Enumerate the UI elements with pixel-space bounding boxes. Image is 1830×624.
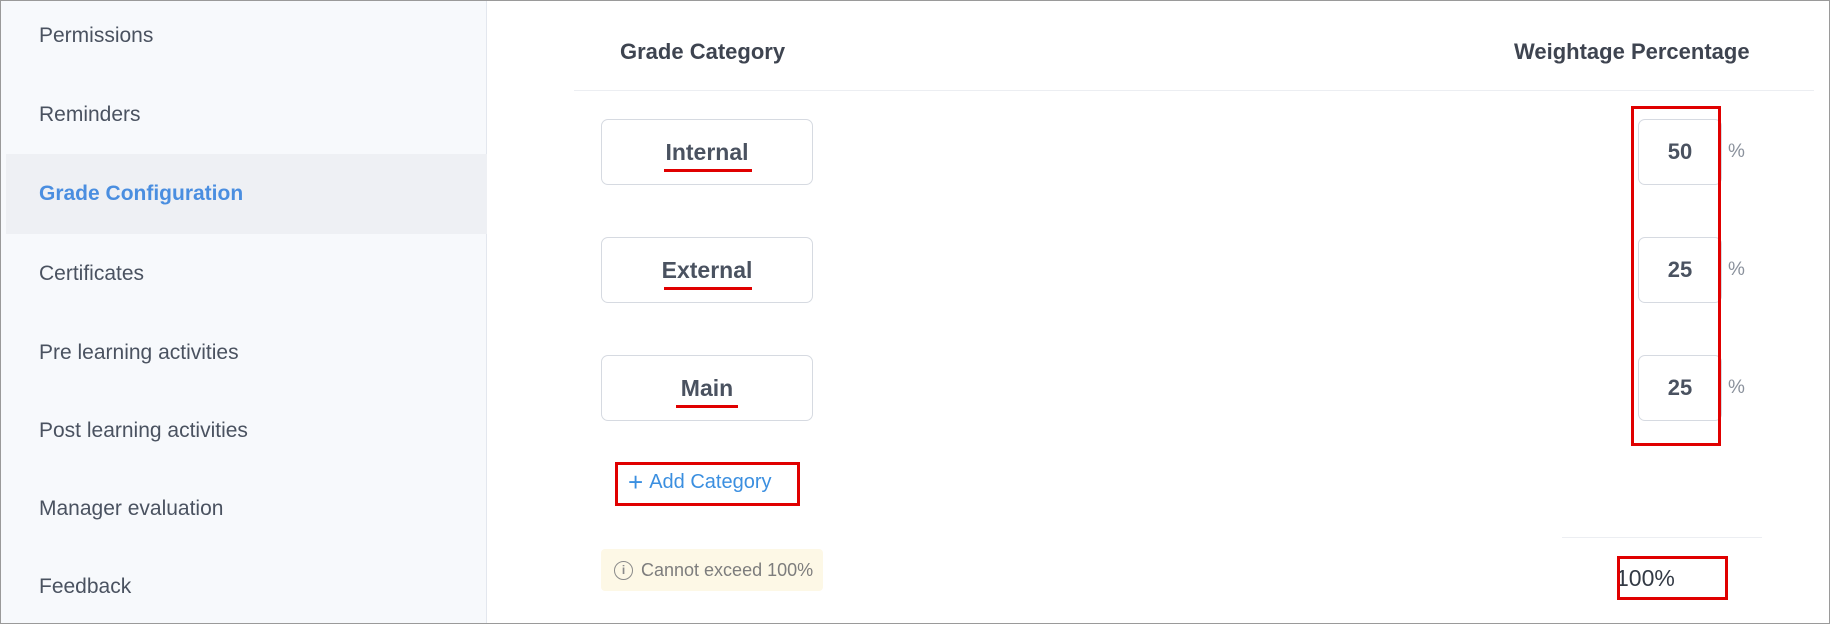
total-divider [1562,537,1762,538]
plus-icon: + [628,467,644,497]
category-name: Internal [665,138,749,165]
sidebar-item-label: Feedback [39,575,132,598]
category-field-internal[interactable]: Internal [601,119,813,185]
category-name: External [661,256,753,283]
percent-sign: % [1728,259,1745,280]
sidebar-item-label: Manager evaluation [39,497,224,520]
sidebar-item-certificates[interactable]: Certificates [6,234,487,314]
sidebar-item-label: Permissions [39,24,154,47]
percentage-value: 25 [1667,257,1693,282]
percentage-field-internal[interactable]: 50 [1638,119,1722,185]
sidebar-item-label: Reminders [39,103,141,126]
category-field-main[interactable]: Main [601,355,813,421]
note-text: Cannot exceed 100% [641,559,814,580]
header-grade-category: Grade Category [620,39,786,64]
total-percentage: 100% [1616,565,1675,591]
sidebar-item-feedback[interactable]: Feedback [6,547,487,624]
sidebar-item-label: Post learning activities [39,419,248,442]
sidebar-item-label: Pre learning activities [39,341,239,364]
sidebar-item-pre-learning-activities[interactable]: Pre learning activities [6,313,487,393]
percentage-field-main[interactable]: 25 [1638,355,1722,421]
percent-sign: % [1728,141,1745,162]
category-name: Main [680,374,734,401]
percent-sign: % [1728,377,1745,398]
sidebar: Permissions Reminders Grade Configuratio… [1,1,487,623]
sidebar-item-reminders[interactable]: Reminders [6,75,487,155]
percentage-value: 25 [1667,375,1693,400]
sidebar-item-manager-evaluation[interactable]: Manager evaluation [6,469,487,549]
highlight-underline [664,287,752,290]
limit-note: i Cannot exceed 100% [601,549,823,591]
sidebar-item-permissions[interactable]: Permissions [6,0,487,76]
header-weightage-percentage: Weightage Percentage [1514,39,1750,64]
highlight-underline [676,405,738,408]
sidebar-item-grade-configuration[interactable]: Grade Configuration [6,154,487,234]
highlight-underline [664,169,752,172]
sidebar-item-label: Certificates [39,262,145,285]
table-header: Grade Category Weightage Percentage [574,1,1814,91]
category-field-external[interactable]: External [601,237,813,303]
sidebar-item-label: Grade Configuration [39,182,244,205]
percentage-value: 50 [1667,139,1693,164]
add-category-label: Add Category [649,470,772,493]
info-icon: i [614,560,633,580]
percentage-field-external[interactable]: 25 [1638,237,1722,303]
sidebar-item-post-learning-activities[interactable]: Post learning activities [6,391,487,471]
grade-configuration-panel: Grade Category Weightage Percentage Inte… [488,1,1829,623]
add-category-button[interactable]: + Add Category [628,465,771,499]
